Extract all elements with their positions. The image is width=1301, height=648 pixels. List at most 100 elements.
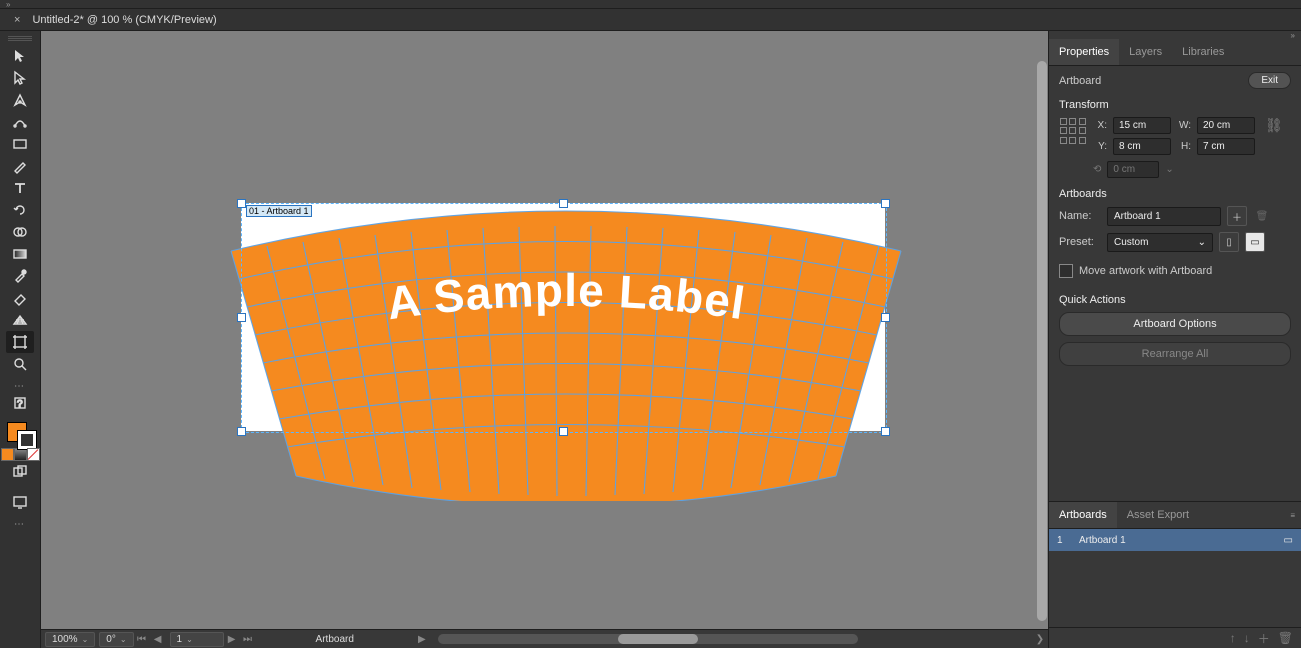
rotate-tool[interactable]: [6, 199, 34, 221]
delete-artboard-footer-icon[interactable]: 🗑: [1278, 631, 1293, 645]
handle-tl[interactable]: [237, 199, 246, 208]
artboard-row-name: Artboard 1: [1079, 535, 1126, 546]
artboard-index-field[interactable]: 1⌄: [170, 632, 224, 647]
transform-heading: Transform: [1059, 99, 1291, 111]
delete-artboard-icon[interactable]: 🗑: [1253, 207, 1271, 225]
gradient-tool[interactable]: [6, 243, 34, 265]
type-tool[interactable]: [6, 177, 34, 199]
stroke-swatch[interactable]: [17, 430, 37, 450]
w-label: W:: [1177, 120, 1191, 131]
panel-menu-icon[interactable]: ≡: [1290, 511, 1295, 520]
toolbox-grip[interactable]: [8, 35, 32, 41]
artboard-row-orientation-icon[interactable]: ▭: [1284, 535, 1293, 546]
preset-select[interactable]: Custom⌄: [1107, 233, 1213, 252]
new-artboard-icon[interactable]: ＋: [1227, 206, 1247, 226]
selection-tool[interactable]: [6, 45, 34, 67]
reference-point-selector[interactable]: [1059, 117, 1087, 145]
chevron-down-icon[interactable]: ⌄: [1165, 164, 1173, 175]
rearrange-all-button[interactable]: Rearrange All: [1059, 342, 1291, 366]
expand-chevrons-icon[interactable]: »: [6, 0, 10, 9]
app-menu-bar[interactable]: »: [0, 0, 1301, 9]
perspective-grid-tool[interactable]: [6, 309, 34, 331]
first-artboard-button[interactable]: ⏮: [135, 632, 149, 646]
constrain-proportions-icon[interactable]: ⛓: [1265, 117, 1283, 134]
handle-mr[interactable]: [881, 313, 890, 322]
move-artwork-label: Move artwork with Artboard: [1079, 265, 1212, 277]
close-tab-icon[interactable]: ×: [14, 14, 20, 26]
eraser-tool[interactable]: [6, 287, 34, 309]
last-artboard-button[interactable]: ⏭: [241, 632, 255, 646]
artboard-row[interactable]: 1 Artboard 1 ▭: [1049, 529, 1301, 551]
zoom-field[interactable]: 100%⌄: [45, 632, 95, 647]
canvas-area: A Sample Label 01 - Artboard 1: [41, 31, 1048, 648]
scroll-right-button[interactable]: ❯: [1033, 632, 1047, 646]
tab-libraries[interactable]: Libraries: [1172, 39, 1234, 65]
orientation-portrait-icon[interactable]: ▯: [1219, 232, 1239, 252]
vertical-scrollbar[interactable]: [1036, 31, 1048, 629]
screen-mode[interactable]: [6, 491, 34, 513]
tab-properties[interactable]: Properties: [1049, 39, 1119, 65]
exit-button[interactable]: Exit: [1248, 72, 1291, 89]
edit-toolbar[interactable]: ?: [6, 392, 34, 414]
properties-panel-tabs: Properties Layers Libraries: [1049, 39, 1301, 66]
x-label: X:: [1093, 120, 1107, 131]
rectangle-tool[interactable]: [6, 133, 34, 155]
new-artboard-footer-icon[interactable]: ＋: [1258, 630, 1270, 647]
tab-artboards[interactable]: Artboards: [1049, 502, 1117, 528]
preset-label: Preset:: [1059, 236, 1101, 248]
fill-stroke-swatch[interactable]: [5, 420, 35, 446]
curvature-tool[interactable]: [6, 111, 34, 133]
handle-bl[interactable]: [237, 427, 246, 436]
artboards-panel: Artboards Asset Export ≡ 1 Artboard 1 ▭ …: [1049, 501, 1301, 648]
canvas[interactable]: A Sample Label 01 - Artboard 1: [41, 31, 1048, 629]
draw-mode[interactable]: [6, 461, 34, 483]
next-artboard-button[interactable]: ▶: [225, 632, 239, 646]
chevron-down-icon: ⌄: [1198, 237, 1206, 248]
vertical-scrollbar-thumb[interactable]: [1037, 61, 1047, 621]
x-field[interactable]: [1113, 117, 1171, 134]
prev-artboard-button[interactable]: ◀: [151, 632, 165, 646]
handle-tr[interactable]: [881, 199, 890, 208]
angle-field[interactable]: 0 cm: [1107, 161, 1159, 178]
handle-br[interactable]: [881, 427, 890, 436]
move-down-icon[interactable]: ↓: [1244, 631, 1250, 645]
artboard-row-number: 1: [1057, 535, 1069, 546]
more-tools[interactable]: ⋯: [14, 381, 26, 392]
document-tab[interactable]: × Untitled-2* @ 100 % (CMYK/Preview): [0, 9, 227, 30]
artboard-options-button[interactable]: Artboard Options: [1059, 312, 1291, 336]
handle-tc[interactable]: [559, 199, 568, 208]
direct-selection-tool[interactable]: [6, 67, 34, 89]
color-mode-none[interactable]: [27, 448, 40, 461]
zoom-tool[interactable]: [6, 353, 34, 375]
properties-panel-body: Artboard Exit Transform X: W: Y:: [1049, 66, 1301, 501]
y-field[interactable]: [1113, 138, 1171, 155]
svg-text:?: ?: [17, 399, 23, 410]
eyedropper-tool[interactable]: [6, 265, 34, 287]
color-mode-solid[interactable]: [1, 448, 14, 461]
handle-bc[interactable]: [559, 427, 568, 436]
artboard-badge[interactable]: 01 - Artboard 1: [246, 205, 312, 217]
horizontal-scrollbar[interactable]: [438, 634, 858, 644]
artboard-nav-label: Artboard: [316, 634, 354, 645]
tab-layers[interactable]: Layers: [1119, 39, 1172, 65]
h-field[interactable]: [1197, 138, 1255, 155]
handle-ml[interactable]: [237, 313, 246, 322]
toolbox-more[interactable]: ⋯: [14, 519, 26, 530]
paintbrush-tool[interactable]: [6, 155, 34, 177]
rotate-field[interactable]: 0°⌄: [99, 632, 133, 647]
move-up-icon[interactable]: ↑: [1230, 631, 1236, 645]
pen-tool[interactable]: [6, 89, 34, 111]
shape-builder-tool[interactable]: [6, 221, 34, 243]
artboard-name-field[interactable]: [1107, 207, 1221, 226]
artboard-selection[interactable]: [241, 203, 887, 433]
horizontal-scrollbar-thumb[interactable]: [618, 634, 698, 644]
tab-asset-export[interactable]: Asset Export: [1117, 502, 1199, 528]
document-tab-title: Untitled-2* @ 100 % (CMYK/Preview): [32, 14, 216, 26]
artboard-tool[interactable]: [6, 331, 34, 353]
h-label: H:: [1177, 141, 1191, 152]
artboards-panel-tabs: Artboards Asset Export ≡: [1049, 502, 1301, 529]
move-artwork-checkbox[interactable]: [1059, 264, 1073, 278]
w-field[interactable]: [1197, 117, 1255, 134]
orientation-landscape-icon[interactable]: ▭: [1245, 232, 1265, 252]
artboard-nav-play[interactable]: ▶: [415, 632, 429, 646]
